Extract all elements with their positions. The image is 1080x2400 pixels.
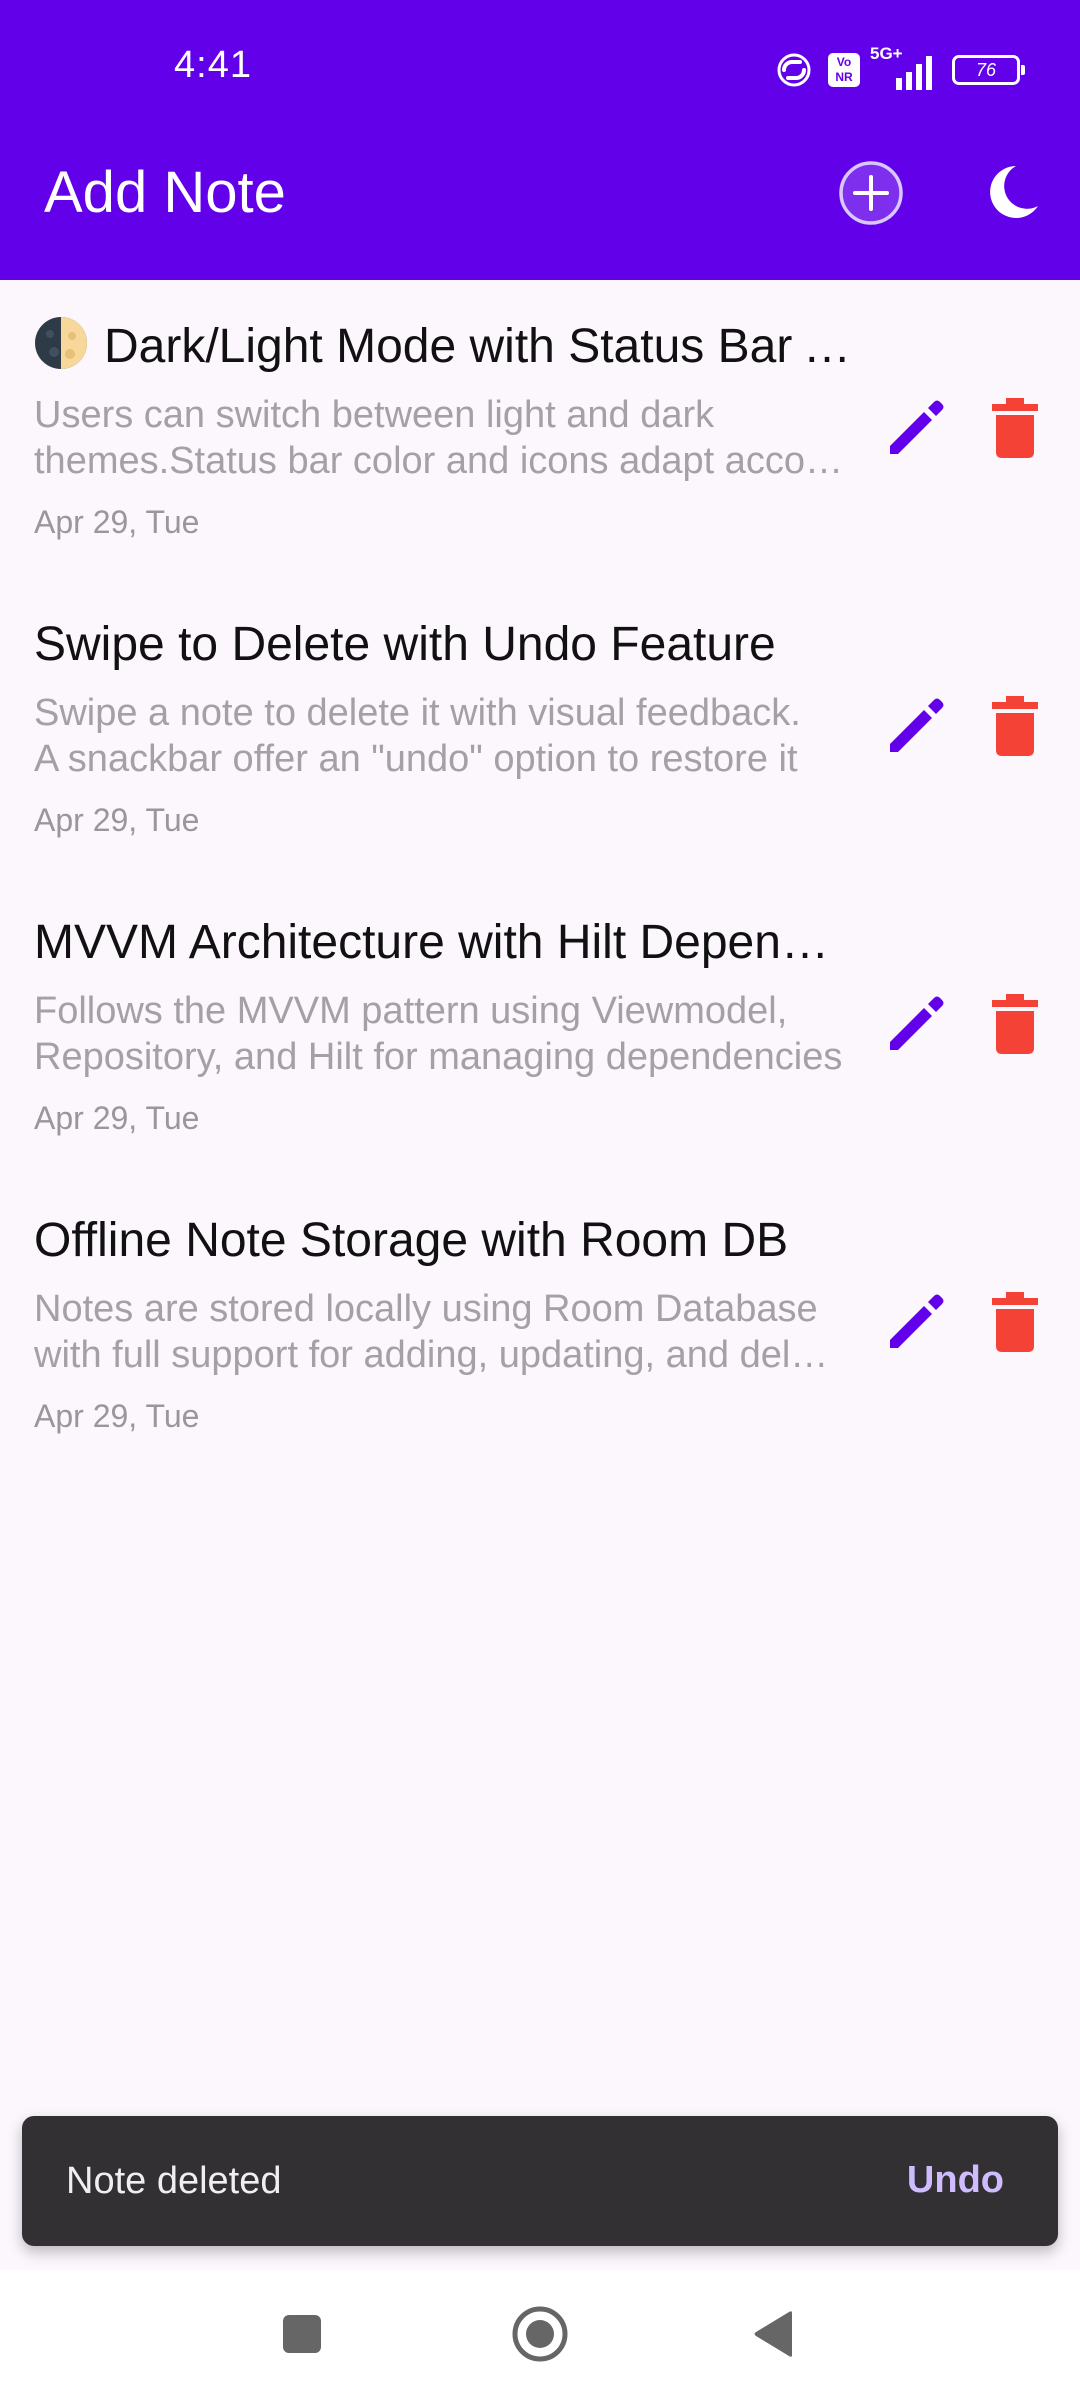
- note-description: Swipe a note to delete it with visual fe…: [34, 692, 801, 780]
- back-button[interactable]: [752, 2310, 796, 2358]
- delete-button[interactable]: [990, 992, 1040, 1056]
- note-date: Apr 29, Tue: [34, 1100, 200, 1136]
- note-title: Swipe to Delete with Undo Feature: [34, 618, 776, 671]
- edit-button[interactable]: [884, 1290, 948, 1354]
- theme-toggle-button[interactable]: [986, 162, 1042, 222]
- edit-button[interactable]: [884, 396, 948, 460]
- square-icon: [283, 2315, 321, 2353]
- note-description: Users can switch between light and dark …: [34, 394, 846, 482]
- status-bar: 4:41 Vo NR 5G+ 76: [0, 0, 1080, 140]
- pencil-icon: [890, 1294, 944, 1348]
- signal-icon: [896, 56, 932, 90]
- pencil-icon: [890, 698, 944, 752]
- pencil-icon: [890, 996, 944, 1050]
- delete-button[interactable]: [990, 694, 1040, 758]
- add-circle-icon: [839, 161, 903, 225]
- note-description: Follows the MVVM pattern using Viewmodel…: [34, 990, 843, 1078]
- moon-emoji-icon: [35, 317, 87, 369]
- pencil-icon: [890, 400, 944, 454]
- status-time: 4:41: [174, 44, 252, 86]
- snackbar: Note deleted Undo: [22, 2116, 1058, 2246]
- note-title: Offline Note Storage with Room DB: [34, 1214, 789, 1267]
- system-nav-bar: [0, 2270, 1080, 2400]
- note-list: Dark/Light Mode with Status Bar Adaptati…: [0, 280, 1080, 1472]
- battery-level: 76: [975, 60, 997, 80]
- status-icons: Vo NR 5G+ 76: [770, 44, 1025, 92]
- hotspot-link-icon: [777, 53, 811, 87]
- note-date: Apr 29, Tue: [34, 504, 200, 540]
- snackbar-message: Note deleted: [66, 2160, 282, 2202]
- trash-icon: [992, 1292, 1038, 1352]
- note-item[interactable]: Offline Note Storage with Room DB Notes …: [0, 1174, 1080, 1472]
- home-button[interactable]: [510, 2304, 570, 2364]
- back-triangle-icon: [754, 2311, 792, 2357]
- delete-button[interactable]: [990, 396, 1040, 460]
- note-date: Apr 29, Tue: [34, 802, 200, 838]
- battery-icon: 76: [952, 55, 1025, 85]
- home-circle-icon: [512, 2306, 568, 2362]
- trash-icon: [992, 994, 1038, 1054]
- note-title: Dark/Light Mode with Status Bar Adaptati…: [34, 316, 854, 378]
- delete-button[interactable]: [990, 1290, 1040, 1354]
- note-description: Notes are stored locally using Room Data…: [34, 1288, 846, 1376]
- volte-badge: Vo NR: [828, 53, 860, 87]
- network-indicator: 5G+: [870, 44, 942, 92]
- trash-icon: [992, 398, 1038, 458]
- edit-button[interactable]: [884, 992, 948, 1056]
- page-title: Add Note: [44, 160, 286, 225]
- note-item[interactable]: Dark/Light Mode with Status Bar Adaptati…: [0, 280, 1080, 578]
- add-note-button[interactable]: [838, 160, 904, 226]
- edit-button[interactable]: [884, 694, 948, 758]
- note-title: MVVM Architecture with Hilt Dependency I…: [34, 916, 854, 969]
- undo-button[interactable]: Undo: [907, 2156, 1004, 2204]
- moon-icon: [990, 166, 1038, 218]
- note-date: Apr 29, Tue: [34, 1398, 200, 1434]
- recents-button[interactable]: [282, 2314, 322, 2354]
- note-item[interactable]: Swipe to Delete with Undo Feature Swipe …: [0, 578, 1080, 876]
- trash-icon: [992, 696, 1038, 756]
- note-item[interactable]: MVVM Architecture with Hilt Dependency I…: [0, 876, 1080, 1174]
